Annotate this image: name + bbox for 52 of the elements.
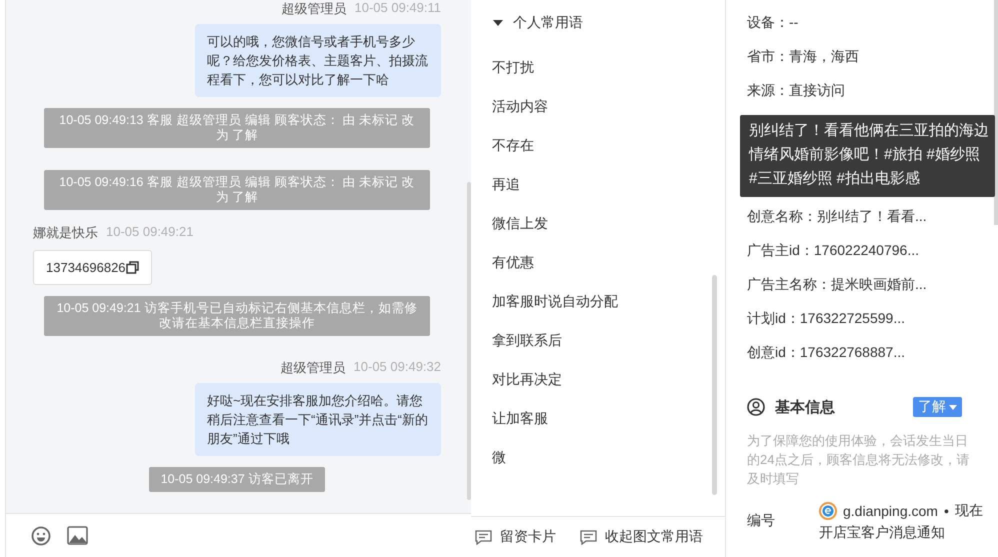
tooltip: 别纠结了！看看他俩在三亚拍的海边情绪风婚前影像吧！#旅拍 #婚纱照 #三亚婚纱照 #拍出电影感	[740, 115, 995, 197]
info-row-text: 设备：--	[747, 13, 800, 32]
system-message: 10-05 09:49:16 客服 超级管理员 编辑 顾客状态： 由 未标记 改为 了解	[44, 170, 430, 210]
notification-title: 开店宝客户消息通知	[819, 524, 946, 542]
info-row-text: 省市：青海，海西	[747, 47, 860, 66]
info-row-text: 创意名称：别纠结了！看看...	[747, 207, 928, 226]
phrase-item[interactable]: 再追	[492, 175, 725, 194]
notification-time: 现在	[954, 502, 983, 520]
image-icon[interactable]	[67, 526, 88, 545]
user-circle-icon	[747, 398, 765, 416]
message-icon	[580, 530, 597, 544]
phrase-item[interactable]: 拿到联系后	[492, 331, 725, 350]
browser-logo-icon	[819, 502, 837, 520]
phone-card: 13734696826	[33, 250, 152, 285]
info-row-text: 广告主id：176022240796...	[747, 241, 920, 260]
info-row-text: 广告主名称：提米映画婚前...	[747, 275, 928, 294]
system-message: 10-05 09:49:21 访客手机号已自动标记右侧基本信息栏，如需修改请在基本信息栏直接操作	[44, 296, 430, 336]
phrase-item[interactable]: 活动内容	[492, 97, 725, 116]
info-row-text: 计划id：176322725599...	[747, 309, 906, 328]
message-time: 10-05 09:49:11	[354, 0, 441, 17]
separator-dot: •	[944, 503, 949, 519]
field-label: 编号	[747, 512, 776, 530]
message-time: 10-05 09:49:21	[106, 224, 194, 241]
message-time: 10-05 09:49:32	[354, 359, 441, 376]
phrase-action-button[interactable]: 留资卡片	[475, 528, 556, 546]
emoji-icon[interactable]	[31, 526, 51, 546]
phrase-item[interactable]: 不存在	[492, 136, 725, 155]
message-bubble: 好哒~现在安排客服加您介绍哈。请您稍后注意查看一下“通讯录”并点击“新的朋友”通过下哦	[195, 383, 441, 456]
sender-name: 超级管理员	[280, 359, 346, 377]
notice-text: 为了保障您的使用体验，会话发生当日的24点之后，顾客信息将无法修改，请及时填写	[747, 432, 970, 488]
phrases-header[interactable]: 个人常用语	[513, 14, 583, 32]
phrase-item[interactable]: 不打扰	[492, 58, 725, 77]
message-bubble: 可以的哦，您微信号或者手机号多少呢？给您发价格表、主题客片、拍摄流程看下，您可以对比了解一下哈	[195, 24, 441, 97]
system-message: 10-05 09:49:13 客服 超级管理员 编辑 顾客状态： 由 未标记 改为 了解	[44, 108, 430, 148]
system-message: 10-05 09:49:37 访客已离开	[148, 467, 326, 492]
phrase-action-button[interactable]: 收起图文常用语	[580, 528, 703, 546]
info-row-text: 来源：直接访问	[747, 81, 846, 100]
sender-name: 娜就是快乐	[33, 224, 98, 242]
copy-icon[interactable]	[126, 261, 139, 274]
phrase-item[interactable]: 让加客服	[492, 409, 725, 428]
phrase-item[interactable]: 微	[492, 448, 725, 467]
notification-source: g.dianping.com	[843, 503, 938, 519]
info-row-text: 创意id：176322768887...	[747, 343, 906, 362]
phrase-item[interactable]: 对比再决定	[492, 370, 725, 389]
section-title: 基本信息	[775, 398, 836, 416]
phrase-item[interactable]: 有优惠	[492, 253, 725, 272]
message-icon	[475, 530, 492, 544]
phrase-item[interactable]: 加客服时说自动分配	[492, 292, 725, 311]
caret-icon	[949, 404, 957, 410]
sender-name: 超级管理员	[282, 0, 346, 18]
phrase-item[interactable]: 微信上发	[492, 214, 725, 233]
caret-down-icon[interactable]	[493, 20, 503, 26]
